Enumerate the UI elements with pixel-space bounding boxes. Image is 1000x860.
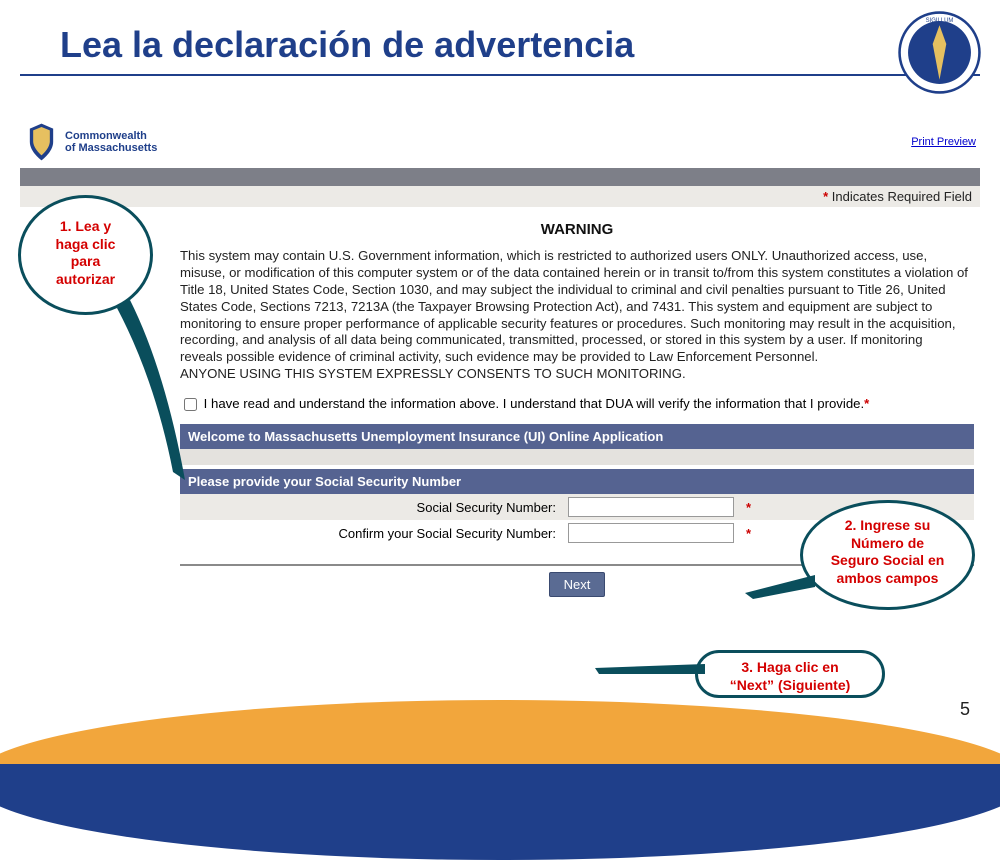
footer-arc-decoration bbox=[0, 700, 1000, 860]
commonwealth-shield-icon bbox=[24, 122, 59, 162]
callout-3-l2: “Next” (Siguiente) bbox=[706, 677, 874, 695]
next-button[interactable]: Next bbox=[549, 572, 606, 597]
org-line2: of Massachusetts bbox=[65, 142, 157, 154]
ssn-confirm-input[interactable] bbox=[568, 523, 734, 543]
callout-2-tail-icon bbox=[745, 575, 815, 605]
callout-2-l1: 2. Ingrese su bbox=[811, 517, 964, 535]
welcome-bar: Welcome to Massachusetts Unemployment In… bbox=[180, 424, 974, 449]
svg-text:SIGILLUM: SIGILLUM bbox=[926, 18, 954, 24]
warning-body: This system may contain U.S. Government … bbox=[180, 248, 974, 389]
callout-3-tail-icon bbox=[595, 660, 705, 680]
required-field-notice: * Indicates Required Field bbox=[20, 186, 980, 207]
consent-label: I have read and understand the informati… bbox=[204, 396, 865, 411]
ssn-confirm-label: Confirm your Social Security Number: bbox=[180, 520, 562, 546]
required-text: Indicates Required Field bbox=[828, 189, 972, 204]
org-name: Commonwealth of Massachusetts bbox=[65, 130, 157, 154]
app-header: Commonwealth of Massachusetts Print Prev… bbox=[20, 120, 980, 168]
callout-1-l2: haga clic bbox=[29, 236, 142, 254]
ssn-header-bar: Please provide your Social Security Numb… bbox=[180, 469, 974, 494]
callout-2-l4: ambos campos bbox=[811, 570, 964, 588]
callout-1-l3: para bbox=[29, 253, 142, 271]
callout-2: 2. Ingrese su Número de Seguro Social en… bbox=[800, 500, 975, 610]
welcome-sub-bar bbox=[180, 449, 974, 465]
print-preview-link[interactable]: Print Preview bbox=[911, 136, 976, 148]
ssn-label: Social Security Number: bbox=[180, 494, 562, 520]
title-underline bbox=[20, 74, 980, 76]
page-number: 5 bbox=[960, 699, 970, 720]
warning-text: This system may contain U.S. Government … bbox=[180, 248, 968, 364]
slide-title: Lea la declaración de advertencia bbox=[0, 0, 1000, 74]
callout-2-l3: Seguro Social en bbox=[811, 552, 964, 570]
callout-1-tail-icon bbox=[105, 300, 195, 490]
callout-1-l1: 1. Lea y bbox=[29, 218, 142, 236]
callout-3: 3. Haga clic en “Next” (Siguiente) bbox=[695, 650, 885, 698]
ssn-input[interactable] bbox=[568, 497, 734, 517]
ssn-star: * bbox=[740, 494, 772, 520]
top-gray-bar bbox=[20, 168, 980, 186]
warning-consent-line: ANYONE USING THIS SYSTEM EXPRESSLY CONSE… bbox=[180, 366, 686, 381]
callout-1: 1. Lea y haga clic para autorizar bbox=[18, 195, 153, 315]
warning-heading: WARNING bbox=[180, 207, 974, 248]
callout-3-l1: 3. Haga clic en bbox=[706, 659, 874, 677]
callout-1-l4: autorizar bbox=[29, 271, 142, 289]
ssn-confirm-star: * bbox=[740, 520, 772, 546]
org-line1: Commonwealth bbox=[65, 130, 157, 142]
callout-2-l2: Número de bbox=[811, 535, 964, 553]
consent-star: * bbox=[864, 396, 869, 411]
consent-row: I have read and understand the informati… bbox=[180, 389, 974, 424]
state-seal-icon: SIGILLUM bbox=[897, 10, 982, 95]
